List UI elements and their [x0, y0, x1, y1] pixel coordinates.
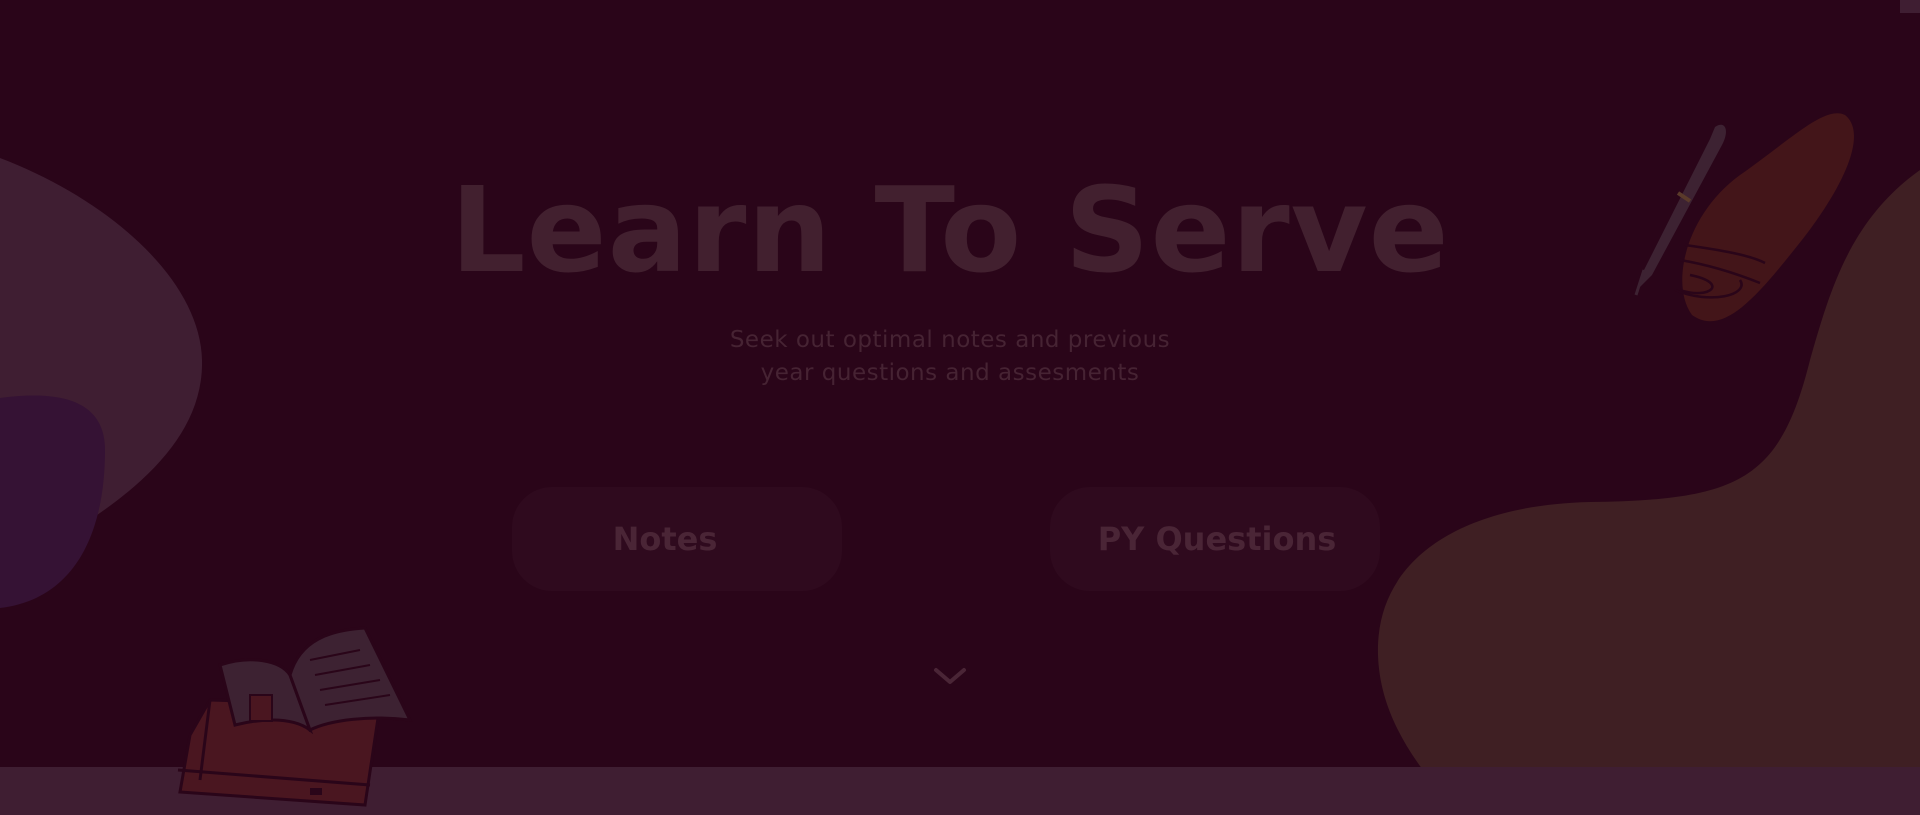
notes-button[interactable]: Notes [512, 487, 842, 591]
open-book-icon [218, 626, 413, 735]
page-title: Learn To Serve [450, 161, 1450, 299]
py-questions-button[interactable]: PY Questions [1050, 487, 1380, 591]
page-subtitle: Seek out optimal notes and previous year… [729, 327, 1171, 386]
books-illustration [177, 626, 413, 807]
landing-page: Learn To Serve Seek out optimal notes an… [0, 0, 1920, 815]
chevron-down-icon[interactable] [932, 664, 968, 688]
left-blob-inner [0, 395, 105, 608]
corner-mark [1900, 0, 1920, 13]
